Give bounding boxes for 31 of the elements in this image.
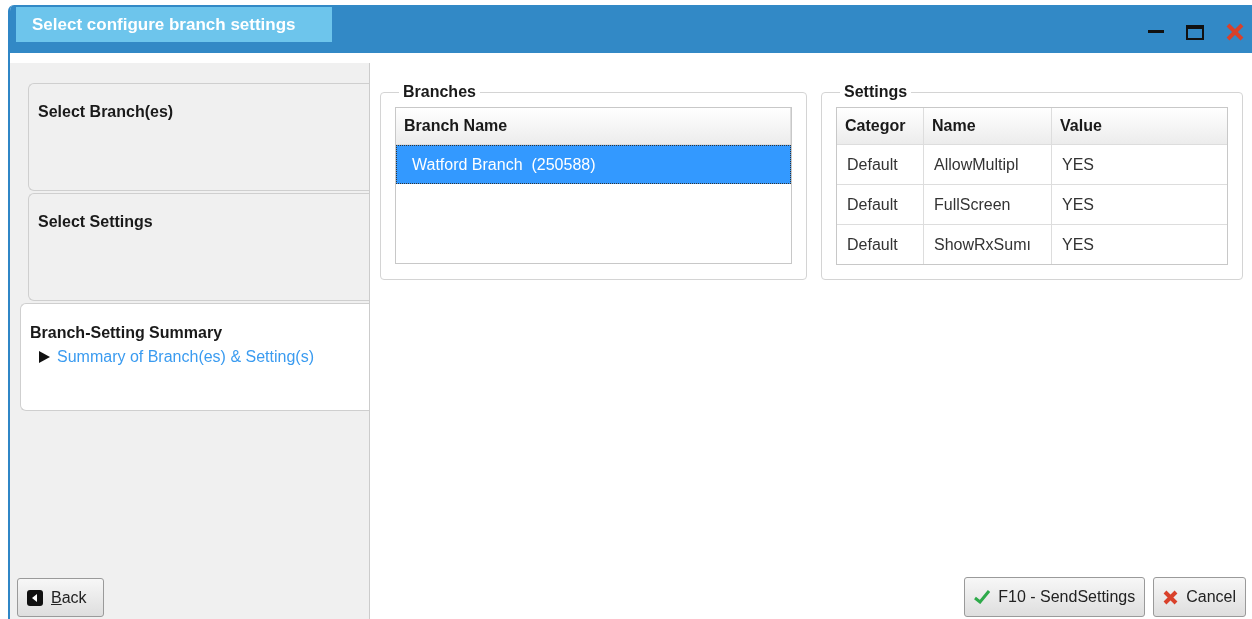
table-cell: Default: [837, 145, 924, 184]
send-settings-button[interactable]: F10 - SendSettings: [964, 577, 1146, 617]
step-card[interactable]: Select Branch(es): [28, 83, 369, 191]
group-title: Settings: [843, 83, 909, 101]
maximize-icon[interactable]: [1186, 24, 1204, 40]
close-icon: [1163, 589, 1179, 605]
checkmark-icon: [974, 590, 991, 604]
step-card[interactable]: Select Settings: [28, 193, 369, 301]
table-cell: ShowRxSumı: [924, 225, 1052, 264]
minimize-icon[interactable]: [1148, 30, 1164, 34]
step-title: Select Settings: [38, 213, 154, 231]
window-title: Select configure branch settings: [16, 7, 332, 42]
column-header[interactable]: Branch Name: [396, 108, 791, 144]
table-cell-text: YES: [1061, 154, 1095, 175]
column-header[interactable]: Categor: [837, 108, 924, 144]
triangle-icon: [39, 351, 50, 363]
table-cell: FullScreen: [924, 185, 1052, 224]
table-cell: Default: [837, 225, 924, 264]
column-header[interactable]: Name: [924, 108, 1052, 144]
step-card[interactable]: Branch-Setting Summary Summary of Branch(es) & Setting(s): [20, 303, 369, 411]
table-cell-text: YES: [1061, 234, 1095, 255]
back-button[interactable]: Back: [17, 578, 104, 617]
back-icon: [27, 589, 43, 606]
step-title: Select Branch(es): [38, 103, 175, 121]
group-title: Branches: [402, 83, 477, 101]
column-header[interactable]: Value: [1052, 108, 1227, 144]
table-cell: Default: [837, 185, 924, 224]
step-title: Branch-Setting Summary: [30, 324, 224, 342]
cancel-button[interactable]: Cancel: [1153, 577, 1246, 617]
table-cell-text: YES: [1061, 194, 1095, 215]
table-cell: AllowMultipl: [924, 145, 1052, 184]
